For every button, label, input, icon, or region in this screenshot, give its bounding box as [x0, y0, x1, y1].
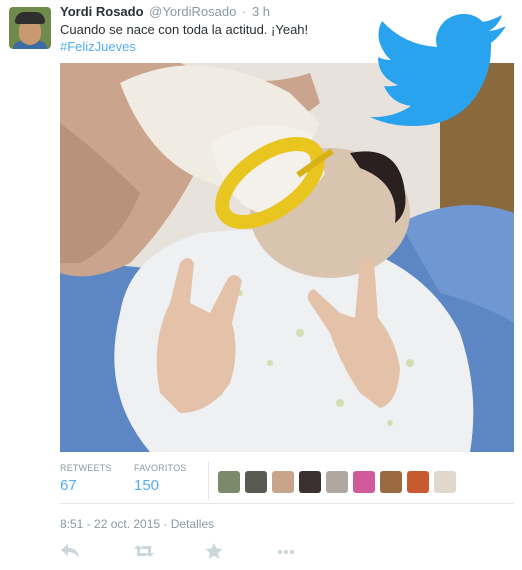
- twitter-bird-icon: [370, 14, 506, 126]
- favoriter-avatar[interactable]: [353, 471, 375, 493]
- avatar-cap: [15, 12, 45, 24]
- tweet-header: Yordi Rosado @YordiRosado · 3 h: [60, 4, 270, 20]
- retweets-stat[interactable]: RETWEETS 67: [60, 462, 112, 496]
- tweet-meta: 8:51 - 22 oct. 2015 · Detalles: [60, 516, 214, 532]
- favoriter-avatar[interactable]: [272, 471, 294, 493]
- meta-separator: ·: [163, 517, 168, 531]
- header-separator: ·: [241, 4, 247, 19]
- avatar[interactable]: [9, 7, 51, 49]
- details-link[interactable]: Detalles: [171, 517, 214, 531]
- author-handle[interactable]: @YordiRosado: [149, 4, 236, 19]
- tweet-text: Cuando se nace con toda la actitud. ¡Yea…: [60, 22, 309, 37]
- time-ago[interactable]: 3 h: [252, 4, 270, 19]
- favoriter-avatar[interactable]: [299, 471, 321, 493]
- more-dots-icon[interactable]: [276, 542, 296, 560]
- favorites-stat[interactable]: FAVORITOS 150: [134, 462, 186, 496]
- retweet-icon[interactable]: [134, 542, 154, 560]
- favoriter-avatar[interactable]: [407, 471, 429, 493]
- favoriter-avatar[interactable]: [326, 471, 348, 493]
- favoriter-avatar[interactable]: [434, 471, 456, 493]
- favoriter-avatar[interactable]: [380, 471, 402, 493]
- favoriter-avatar[interactable]: [218, 471, 240, 493]
- favorites-count: 150: [134, 477, 160, 494]
- favoriter-avatar[interactable]: [245, 471, 267, 493]
- author-name[interactable]: Yordi Rosado: [60, 4, 144, 19]
- tweet-timestamp[interactable]: 8:51 - 22 oct. 2015: [60, 517, 160, 531]
- stats-divider: [208, 462, 209, 500]
- retweets-count: 67: [60, 477, 77, 494]
- hashtag-link[interactable]: #FelizJueves: [60, 38, 136, 55]
- tweet: Yordi Rosado @YordiRosado · 3 h Cuando s…: [0, 0, 522, 570]
- tweet-stats: RETWEETS 67 FAVORITOS 150: [60, 462, 514, 502]
- favorites-label: FAVORITOS: [134, 463, 187, 473]
- reply-icon[interactable]: [60, 542, 80, 560]
- retweets-label: RETWEETS: [60, 463, 112, 473]
- divider: [60, 503, 514, 504]
- tweet-actions: [60, 542, 320, 562]
- star-icon[interactable]: [204, 542, 224, 560]
